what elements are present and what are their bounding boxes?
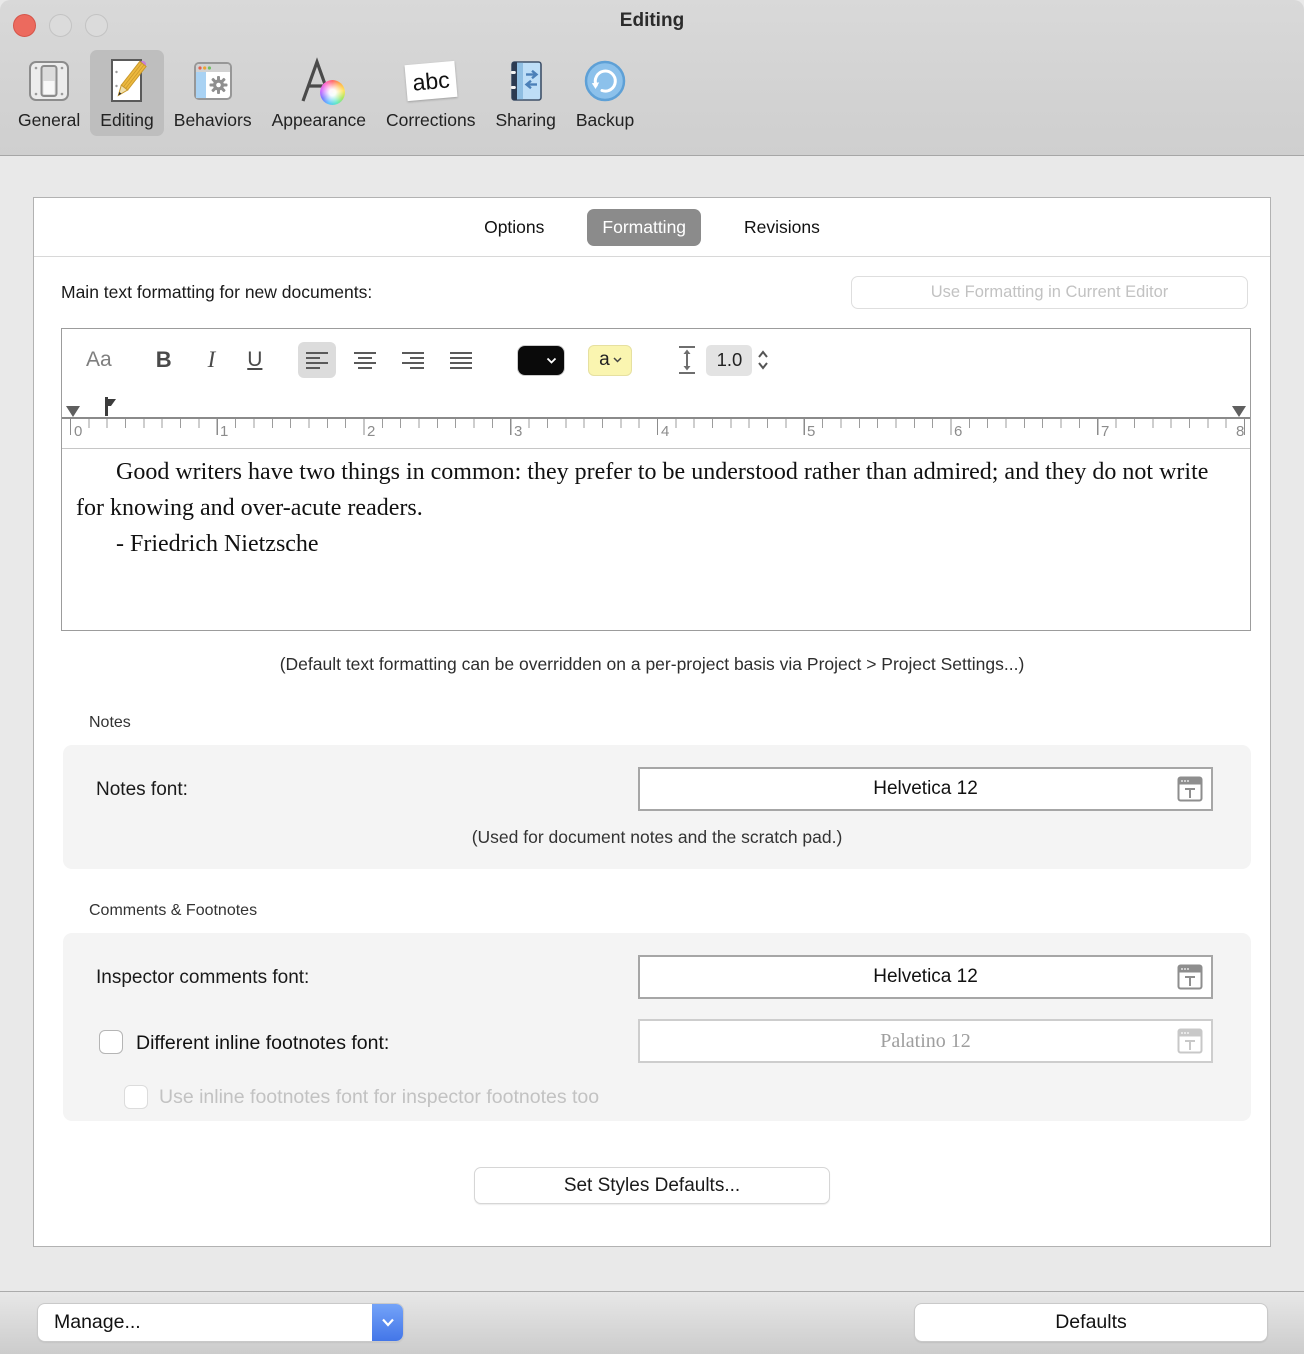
line-spacing-stepper[interactable]	[756, 348, 770, 372]
left-indent-marker[interactable]	[66, 406, 80, 417]
backup-icon	[580, 56, 630, 106]
manage-dropdown[interactable]: Manage...	[38, 1304, 403, 1341]
toolbar-label-general: General	[18, 110, 80, 131]
toolbar-item-behaviors[interactable]: Behaviors	[164, 50, 262, 136]
use-formatting-button[interactable]: Use Formatting in Current Editor	[851, 276, 1248, 309]
editing-icon	[102, 56, 152, 106]
ruler-number: 3	[514, 423, 522, 440]
tab-options[interactable]: Options	[469, 209, 559, 246]
inspector-comments-font-field: Helvetica 12	[638, 955, 1213, 999]
notes-font-value: Helvetica 12	[873, 778, 978, 800]
sample-quote: Good writers have two things in common: …	[76, 454, 1236, 526]
preferences-pane: Options Formatting Revisions Main text f…	[33, 197, 1271, 1247]
notes-font-label: Notes font:	[96, 779, 188, 801]
behaviors-icon	[188, 56, 238, 106]
inline-footnotes-font-value: Palatino 12	[880, 1030, 971, 1053]
ruler-number: 7	[1101, 423, 1109, 440]
comments-section-label: Comments & Footnotes	[89, 902, 257, 920]
ruler-number: 4	[661, 423, 669, 440]
ruler-number: 5	[807, 423, 815, 440]
toolbar-item-general[interactable]: General	[8, 50, 90, 136]
bold-button[interactable]: B	[156, 347, 172, 373]
font-panel-icon	[1176, 775, 1204, 803]
notes-section-label: Notes	[89, 714, 131, 732]
corrections-icon: abc	[406, 56, 456, 106]
inline-footnotes-font-panel-button	[1174, 1025, 1206, 1057]
align-left-button[interactable]	[298, 342, 336, 378]
sharing-icon	[501, 56, 551, 106]
toolbar-label-backup: Backup	[576, 110, 634, 131]
toolbar-label-corrections: Corrections	[386, 110, 475, 131]
ruler-major-ticks	[62, 419, 1250, 435]
format-toolbar: Aa B I U	[62, 329, 1250, 391]
window-titlebar: Editing General	[0, 0, 1304, 156]
italic-button[interactable]: I	[208, 347, 216, 373]
align-center-button[interactable]	[346, 342, 384, 378]
ruler-number: 8	[1236, 423, 1244, 440]
inspector-comments-font-value: Helvetica 12	[873, 966, 978, 988]
inspector-comments-font-panel-button[interactable]	[1174, 961, 1206, 993]
corrections-icon-text: abc	[411, 66, 450, 96]
font-panel-icon	[1176, 1027, 1204, 1055]
toolbar-item-sharing[interactable]: Sharing	[485, 50, 565, 136]
align-right-button[interactable]	[394, 342, 432, 378]
chevron-down-icon	[381, 1318, 395, 1327]
ruler-number: 0	[74, 423, 82, 440]
bottom-bar: Manage... Defaults	[0, 1291, 1304, 1354]
tab-revisions[interactable]: Revisions	[729, 209, 835, 246]
ruler-number: 6	[954, 423, 962, 440]
set-styles-defaults-button[interactable]: Set Styles Defaults...	[474, 1167, 830, 1204]
manage-dropdown-value: Manage...	[38, 1311, 372, 1334]
toolbar-label-editing: Editing	[100, 110, 154, 131]
toolbar-label-sharing: Sharing	[495, 110, 555, 131]
align-justify-button[interactable]	[442, 342, 480, 378]
general-icon	[24, 56, 74, 106]
alignment-group	[298, 342, 480, 378]
ruler-number: 2	[367, 423, 375, 440]
toolbar-label-appearance: Appearance	[272, 110, 366, 131]
tab-bar: Options Formatting Revisions	[34, 198, 1270, 257]
inspector-comments-font-label: Inspector comments font:	[96, 967, 309, 989]
notes-section: Notes font: Helvetica 12 (Used for docum…	[63, 745, 1251, 869]
highlight-color-button[interactable]: a	[588, 345, 632, 376]
chevron-down-icon	[613, 357, 622, 363]
toolbar-item-corrections[interactable]: abc Corrections	[376, 50, 485, 136]
use-inline-font-label: Use inline footnotes font for inspector …	[159, 1086, 599, 1109]
toolbar-item-appearance[interactable]: Appearance	[262, 50, 376, 136]
highlight-label: a	[599, 349, 610, 371]
toolbar-item-backup[interactable]: Backup	[566, 50, 644, 136]
ruler-number: 1	[220, 423, 228, 440]
tab-formatting[interactable]: Formatting	[587, 209, 701, 246]
underline-button[interactable]: U	[247, 348, 262, 372]
defaults-button[interactable]: Defaults	[915, 1304, 1267, 1341]
notes-hint: (Used for document notes and the scratch…	[63, 827, 1251, 848]
toolbar-item-editing[interactable]: Editing	[90, 50, 164, 136]
chevron-down-icon	[546, 357, 557, 364]
line-spacing-icon[interactable]	[678, 345, 696, 375]
first-line-indent-marker[interactable]	[102, 397, 118, 417]
text-color-well[interactable]	[518, 346, 564, 375]
preferences-toolbar: General Editing	[8, 50, 644, 136]
right-indent-marker[interactable]	[1232, 406, 1246, 417]
line-spacing-value[interactable]: 1.0	[706, 345, 752, 376]
manage-dropdown-cap	[372, 1304, 403, 1341]
inline-footnotes-font-field: Palatino 12	[638, 1019, 1213, 1063]
ruler: 0 1 2 3 4 5 6 7 8	[62, 391, 1250, 449]
formatting-preview-frame: Aa B I U	[61, 328, 1251, 631]
notes-font-field: Helvetica 12	[638, 767, 1213, 811]
toolbar-label-behaviors: Behaviors	[174, 110, 252, 131]
override-note: (Default text formatting can be overridd…	[34, 654, 1270, 675]
sample-attribution: - Friedrich Nietzsche	[116, 526, 1236, 562]
use-inline-font-checkbox	[124, 1085, 148, 1109]
different-footnotes-checkbox[interactable]	[99, 1030, 123, 1054]
window-title: Editing	[0, 10, 1304, 32]
comments-section: Inspector comments font: Helvetica 12 Di…	[63, 933, 1251, 1121]
appearance-icon	[294, 56, 344, 106]
different-footnotes-label: Different inline footnotes font:	[136, 1032, 389, 1055]
notes-font-panel-button[interactable]	[1174, 773, 1206, 805]
sample-text-area[interactable]: Good writers have two things in common: …	[62, 449, 1250, 630]
font-panel-icon	[1176, 963, 1204, 991]
main-formatting-heading: Main text formatting for new documents:	[61, 282, 372, 303]
font-style-button[interactable]: Aa	[86, 348, 112, 372]
